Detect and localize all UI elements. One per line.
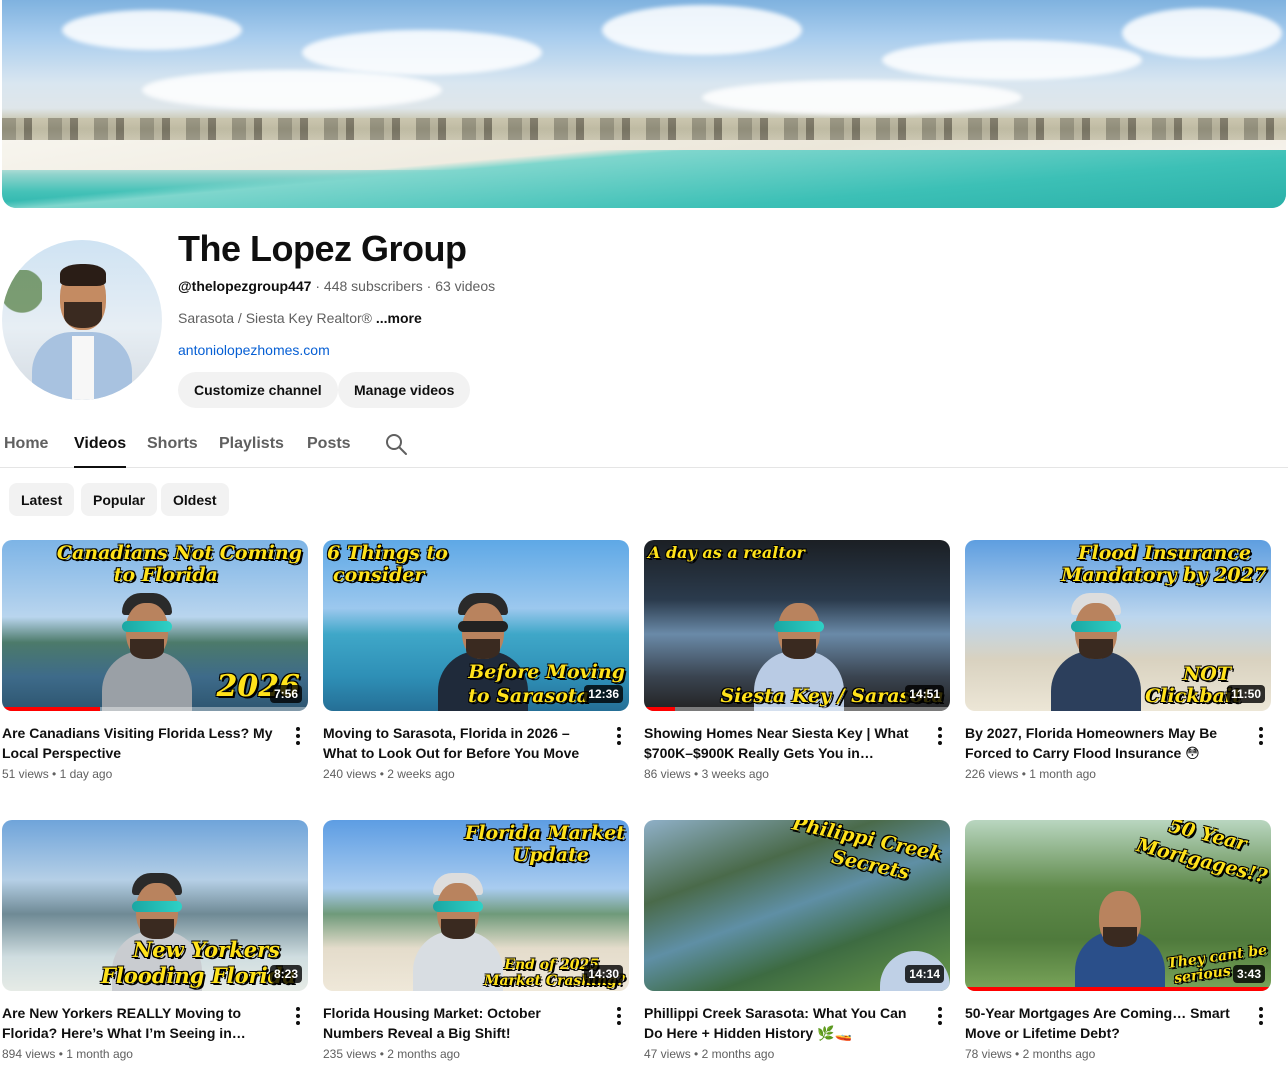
thumbnail-caption: Flood Insurance [1078, 542, 1251, 564]
video-duration: 7:56 [269, 685, 302, 703]
video-thumbnail[interactable]: Flood Insurance Mandatory by 2027 NOT Cl… [965, 540, 1271, 711]
watch-progress [2, 707, 100, 711]
video-thumbnail[interactable]: New Yorkers Flooding Florida 8:23 [2, 820, 308, 991]
video-thumbnail[interactable]: Philippi Creek Secrets 14:14 [644, 820, 950, 991]
thumbnail-caption: consider [333, 564, 425, 586]
more-actions-icon[interactable] [292, 1004, 304, 1028]
video-duration: 3:43 [1232, 965, 1265, 983]
video-meta: 78 views • 2 months ago [965, 1047, 1096, 1061]
video-card[interactable]: Philippi Creek Secrets 14:14 Phillippi C… [644, 820, 950, 1061]
video-meta: 47 views • 2 months ago [644, 1047, 775, 1061]
video-card[interactable]: Flood Insurance Mandatory by 2027 NOT Cl… [965, 540, 1271, 781]
video-thumbnail[interactable]: Canadians Not Coming to Florida 2026 7:5… [2, 540, 308, 711]
video-thumbnail[interactable]: 6 Things to consider Before Moving to Sa… [323, 540, 629, 711]
chip-oldest[interactable]: Oldest [161, 483, 229, 516]
video-card[interactable]: Canadians Not Coming to Florida 2026 7:5… [2, 540, 308, 781]
search-icon[interactable] [384, 432, 408, 456]
thumbnail-caption: to Florida [113, 564, 218, 586]
watch-progress [965, 987, 1271, 991]
video-meta: 86 views • 3 weeks ago [644, 767, 769, 781]
video-card[interactable]: New Yorkers Flooding Florida 8:23 Are Ne… [2, 820, 308, 1061]
video-duration: 8:23 [269, 965, 302, 983]
channel-banner [2, 0, 1286, 208]
channel-meta: @thelopezgroup447 · 448 subscribers · 63… [178, 278, 496, 294]
video-title[interactable]: Moving to Sarasota, Florida in 2026 – Wh… [323, 723, 629, 763]
tab-playlists[interactable]: Playlists [219, 420, 284, 467]
video-card[interactable]: 6 Things to consider Before Moving to Sa… [323, 540, 629, 781]
thumbnail-caption: Before Moving [468, 661, 625, 683]
thumbnail-caption: Update [512, 844, 589, 866]
video-duration: 12:36 [584, 685, 623, 703]
video-title[interactable]: By 2027, Florida Homeowners May Be Force… [965, 723, 1271, 763]
video-card[interactable]: A day as a realtor Siesta Key / Sarasota… [644, 540, 950, 781]
more-actions-icon[interactable] [292, 724, 304, 748]
video-title[interactable]: Florida Housing Market: October Numbers … [323, 1003, 629, 1043]
watch-progress [644, 707, 675, 711]
more-actions-icon[interactable] [613, 1004, 625, 1028]
more-actions-icon[interactable] [613, 724, 625, 748]
video-meta: 51 views • 1 day ago [2, 767, 113, 781]
video-thumbnail[interactable]: A day as a realtor Siesta Key / Sarasota… [644, 540, 950, 711]
video-title[interactable]: Are New Yorkers REALLY Moving to Florida… [2, 1003, 308, 1043]
video-card[interactable]: 50 Year Mortgages!? They cant be serious… [965, 820, 1271, 1061]
description-text: Sarasota / Siesta Key Realtor® [178, 310, 372, 326]
video-title[interactable]: Are Canadians Visiting Florida Less? My … [2, 723, 308, 763]
video-duration: 14:30 [584, 965, 623, 983]
video-meta: 240 views • 2 weeks ago [323, 767, 455, 781]
more-link[interactable]: ...more [376, 310, 422, 326]
video-count: 63 videos [435, 278, 496, 294]
video-thumbnail[interactable]: 50 Year Mortgages!? They cant be serious… [965, 820, 1271, 991]
channel-avatar[interactable] [2, 240, 162, 400]
thumbnail-caption: New Yorkers [133, 937, 280, 962]
thumbnail-caption: NOT [1182, 663, 1231, 685]
tab-home[interactable]: Home [4, 420, 48, 467]
more-actions-icon[interactable] [1255, 724, 1267, 748]
thumbnail-caption: to Sarasota [468, 685, 589, 707]
tab-shorts[interactable]: Shorts [147, 420, 198, 467]
tab-posts[interactable]: Posts [307, 420, 351, 467]
chip-popular[interactable]: Popular [81, 483, 158, 516]
thumbnail-caption: Mandatory by 2027 [1061, 564, 1267, 586]
chip-latest[interactable]: Latest [9, 483, 75, 516]
channel-website-link[interactable]: antoniolopezhomes.com [178, 342, 330, 358]
more-actions-icon[interactable] [1255, 1004, 1267, 1028]
channel-tabs: Home Videos Shorts Playlists Posts [0, 420, 1288, 468]
thumbnail-caption: Canadians Not Coming [56, 542, 302, 564]
tab-videos[interactable]: Videos [74, 420, 127, 468]
channel-handle: @thelopezgroup447 [178, 278, 312, 294]
thumbnail-caption: 6 Things to [327, 542, 448, 564]
channel-title: The Lopez Group [178, 228, 467, 269]
channel-description[interactable]: Sarasota / Siesta Key Realtor® ...more [178, 310, 422, 326]
thumbnail-caption: Florida Market [464, 822, 625, 844]
video-meta: 894 views • 1 month ago [2, 1047, 133, 1061]
video-meta: 235 views • 2 months ago [323, 1047, 460, 1061]
video-duration: 14:14 [905, 965, 944, 983]
video-duration: 14:51 [905, 685, 944, 703]
customize-channel-button[interactable]: Customize channel [178, 372, 338, 408]
video-title[interactable]: 50-Year Mortgages Are Coming… Smart Move… [965, 1003, 1271, 1043]
video-thumbnail[interactable]: Florida Market Update End of 2025 Market… [323, 820, 629, 991]
video-title[interactable]: Showing Homes Near Siesta Key | What $70… [644, 723, 950, 763]
subscriber-count: 448 subscribers [323, 278, 423, 294]
video-card[interactable]: Florida Market Update End of 2025 Market… [323, 820, 629, 1061]
video-title[interactable]: Phillippi Creek Sarasota: What You Can D… [644, 1003, 950, 1043]
video-meta: 226 views • 1 month ago [965, 767, 1096, 781]
manage-videos-button[interactable]: Manage videos [338, 372, 471, 408]
more-actions-icon[interactable] [934, 1004, 946, 1028]
thumbnail-caption: Flooding Florida [100, 963, 296, 988]
video-duration: 11:50 [1226, 685, 1265, 703]
more-actions-icon[interactable] [934, 724, 946, 748]
thumbnail-caption: A day as a realtor [648, 543, 805, 562]
